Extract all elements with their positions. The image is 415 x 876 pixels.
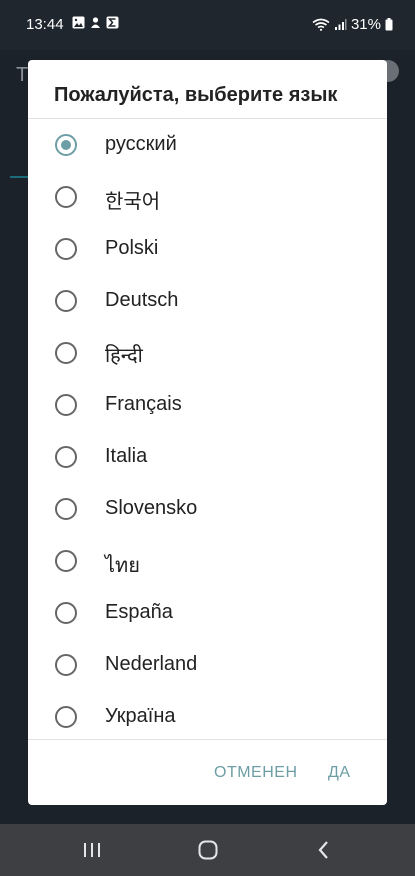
recent-apps-icon[interactable] [80,838,104,862]
status-left-icons [72,16,119,29]
notification-icon [89,16,102,29]
radio-checked-icon[interactable] [55,134,77,156]
gallery-icon [72,16,85,29]
language-option-label: Polski [105,237,159,259]
battery-icon [385,18,393,31]
language-option-label: Україна [105,705,176,727]
radio-unchecked-icon[interactable] [55,654,77,676]
language-option[interactable]: Français [28,379,387,431]
radio-unchecked-icon[interactable] [55,342,77,364]
battery-percent: 31% [350,16,381,33]
signal-icon [334,18,347,31]
dialog-actions: ОТМЕНЕН ДА [28,740,387,805]
ok-button[interactable]: ДА [328,764,351,782]
status-time: 13:44 [26,16,64,33]
language-option-label: Nederland [105,653,198,675]
app-title-hint: T [16,64,29,86]
language-option-label: Deutsch [105,289,179,311]
language-option[interactable]: Polski [28,223,387,275]
radio-unchecked-icon[interactable] [55,446,77,468]
language-option[interactable]: Nederland [28,639,387,691]
radio-unchecked-icon[interactable] [55,290,77,312]
radio-unchecked-icon[interactable] [55,550,77,572]
language-option-label: русский [105,133,177,155]
radio-unchecked-icon[interactable] [55,602,77,624]
language-option[interactable]: Italia [28,431,387,483]
radio-unchecked-icon[interactable] [55,186,77,208]
language-option-label: España [105,601,173,623]
home-icon[interactable] [196,838,220,862]
radio-unchecked-icon[interactable] [55,498,77,520]
navigation-bar [0,824,415,876]
language-option-label: Slovensko [105,497,198,519]
language-option[interactable]: ไทย [28,535,387,587]
status-right: 31% [312,16,393,33]
language-list[interactable]: русский 한국어 Polski Deutsch हिन्दी França… [28,119,387,739]
radio-unchecked-icon[interactable] [55,706,77,728]
language-option-label: 한국어 [105,191,161,213]
language-option-label: हिन्दी [105,345,143,367]
language-option[interactable]: Deutsch [28,275,387,327]
radio-unchecked-icon[interactable] [55,238,77,260]
language-option[interactable]: Slovensko [28,483,387,535]
language-option[interactable]: Україна [28,691,387,739]
radio-unchecked-icon[interactable] [55,394,77,416]
dialog-title: Пожалуйста, выберите язык [54,84,338,106]
app-tab-indicator [10,176,28,178]
language-option-label: ไทย [105,555,140,577]
cancel-button[interactable]: ОТМЕНЕН [214,764,298,782]
status-bar: 13:44 31% [0,0,415,50]
language-option-label: Français [105,393,182,415]
language-option-label: Italia [105,445,148,467]
wifi-icon [312,18,330,31]
language-option[interactable]: русский [28,119,387,171]
language-dialog: Пожалуйста, выберите язык русский 한국어 Po… [28,60,387,805]
language-option[interactable]: 한국어 [28,171,387,223]
language-option[interactable]: हिन्दी [28,327,387,379]
language-option[interactable]: España [28,587,387,639]
back-icon[interactable] [312,838,336,862]
sigma-app-icon [106,16,119,29]
